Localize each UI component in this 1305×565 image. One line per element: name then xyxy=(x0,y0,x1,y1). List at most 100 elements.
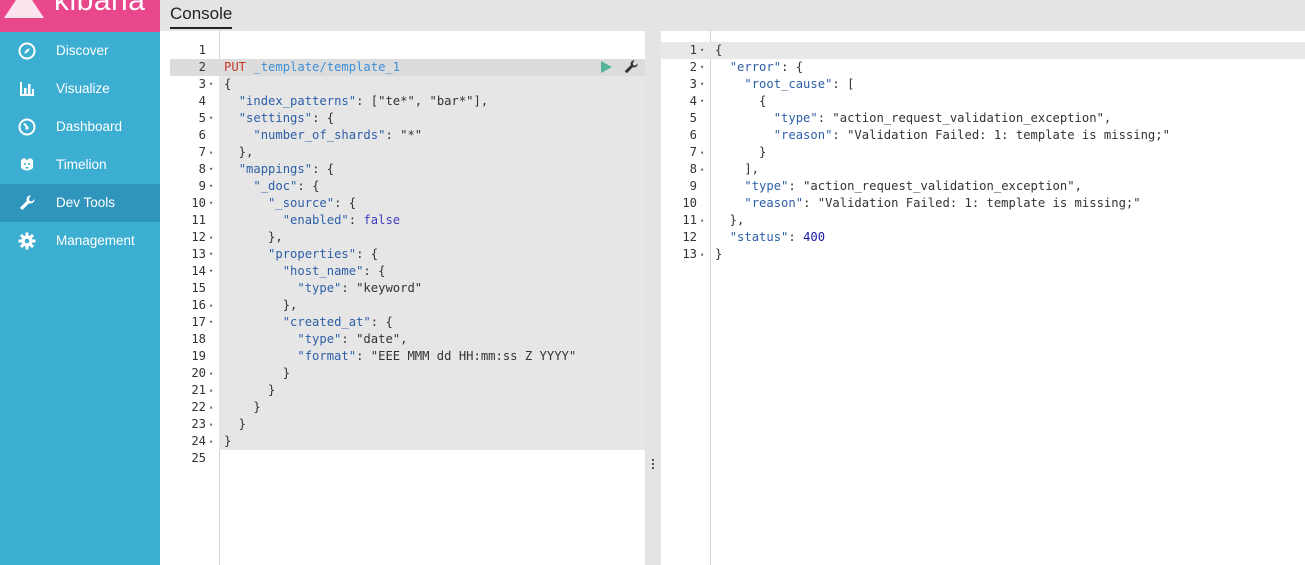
sidebar-item-dashboard[interactable]: Dashboard xyxy=(0,108,160,146)
kibana-logo[interactable]: kibana xyxy=(0,0,160,32)
line-number: 4 xyxy=(198,94,206,108)
fold-toggle-icon[interactable]: ▾ xyxy=(209,178,213,195)
line-number: 23 xyxy=(191,417,206,431)
line-number: 1 xyxy=(198,43,206,57)
fold-toggle-icon[interactable]: ▴ xyxy=(700,246,704,263)
bar-chart-icon xyxy=(18,80,36,98)
sidebar-nav: Discover Visualize Dashboard Timelion De… xyxy=(0,32,160,260)
wrench-icon[interactable] xyxy=(623,59,639,80)
request-editor[interactable]: 1 2 PUT _template/template_1 3 ▾{4 "index_pa… xyxy=(160,31,645,565)
line-number: 20 xyxy=(191,366,206,380)
code-line: 4 "index_patterns": ["te*", "bar*"], xyxy=(160,93,645,110)
code-line: 12 "status": 400 xyxy=(661,229,1305,246)
code-line: 10 "reason": "Validation Failed: 1: temp… xyxy=(661,195,1305,212)
code-line: 7 ▴ }, xyxy=(160,144,645,161)
code-line: 22 ▴ } xyxy=(160,399,645,416)
code-line: 9 ▾ "_doc": { xyxy=(160,178,645,195)
fold-toggle-icon[interactable]: ▴ xyxy=(209,433,213,450)
fold-toggle-icon[interactable]: ▾ xyxy=(209,246,213,263)
line-number: 25 xyxy=(191,451,206,465)
sidebar-item-dev-tools[interactable]: Dev Tools xyxy=(0,184,160,222)
sidebar-item-label: Dashboard xyxy=(56,119,123,134)
fold-toggle-icon[interactable]: ▴ xyxy=(209,297,213,314)
code-line: 9 "type": "action_request_validation_exc… xyxy=(661,178,1305,195)
code-line: 17 ▾ "created_at": { xyxy=(160,314,645,331)
request-code[interactable]: 1 2 PUT _template/template_1 3 ▾{4 "index_pa… xyxy=(160,42,645,467)
sidebar-item-timelion[interactable]: Timelion xyxy=(0,146,160,184)
fold-toggle-icon[interactable]: ▾ xyxy=(700,76,704,93)
code-text: } xyxy=(224,434,232,448)
code-text: } xyxy=(224,417,247,431)
response-viewer[interactable]: 1 ▾{2 ▾ "error": {3 ▾ "root_cause": [4 ▾ {5 … xyxy=(661,31,1305,565)
request-actions xyxy=(600,59,639,80)
line-number: 16 xyxy=(191,298,206,312)
compass-icon xyxy=(18,42,36,60)
sidebar-item-management[interactable]: Management xyxy=(0,222,160,260)
fold-toggle-icon[interactable]: ▴ xyxy=(209,382,213,399)
code-line: 6 "reason": "Validation Failed: 1: templ… xyxy=(661,127,1305,144)
resize-grip-icon xyxy=(652,459,654,471)
line-number: 6 xyxy=(689,128,697,142)
code-text: "format": "EEE MMM dd HH:mm:ss Z YYYY" xyxy=(297,349,577,363)
fold-toggle-icon[interactable]: ▴ xyxy=(700,212,704,229)
fold-toggle-icon[interactable]: ▾ xyxy=(209,76,213,93)
code-line: 21 ▴ } xyxy=(160,382,645,399)
timelion-icon xyxy=(18,156,36,174)
tab-console[interactable]: Console xyxy=(170,4,233,29)
code-text: "properties": { xyxy=(268,247,379,261)
code-text: "created_at": { xyxy=(282,315,393,329)
code-line: 14 ▾ "host_name": { xyxy=(160,263,645,280)
code-text: "type": "action_request_validation_excep… xyxy=(773,111,1112,125)
code-line: 1 ▾ { xyxy=(661,42,1305,59)
line-number: 19 xyxy=(191,349,206,363)
fold-toggle-icon[interactable]: ▾ xyxy=(700,93,704,110)
line-number: 12 xyxy=(682,230,697,244)
fold-toggle-icon[interactable]: ▴ xyxy=(209,229,213,246)
code-line: 24 ▴} xyxy=(160,433,645,450)
fold-toggle-icon[interactable]: ▴ xyxy=(700,144,704,161)
code-line: 25 xyxy=(160,450,645,467)
code-line: 19 "format": "EEE MMM dd HH:mm:ss Z YYYY… xyxy=(160,348,645,365)
code-line: 11 ▴ }, xyxy=(661,212,1305,229)
app-header: Console xyxy=(160,0,1305,31)
fold-toggle-icon[interactable]: ▴ xyxy=(209,365,213,382)
fold-toggle-icon[interactable]: ▾ xyxy=(209,314,213,331)
fold-toggle-icon[interactable]: ▾ xyxy=(700,59,704,76)
code-line: 2 ▾ "error": { xyxy=(661,59,1305,76)
fold-toggle-icon[interactable]: ▾ xyxy=(209,110,213,127)
code-text: ], xyxy=(715,162,760,176)
code-line: 12 ▴ }, xyxy=(160,229,645,246)
fold-toggle-icon[interactable]: ▴ xyxy=(700,161,704,178)
code-text: "enabled": false xyxy=(282,213,401,227)
code-line: 16 ▴ }, xyxy=(160,297,645,314)
sidebar-item-visualize[interactable]: Visualize xyxy=(0,70,160,108)
code-text: "type": "keyword" xyxy=(297,281,423,295)
sidebar-item-discover[interactable]: Discover xyxy=(0,32,160,70)
fold-toggle-icon[interactable]: ▴ xyxy=(209,416,213,433)
fold-toggle-icon[interactable]: ▴ xyxy=(209,144,213,161)
line-number: 12 xyxy=(191,230,206,244)
line-number: 22 xyxy=(191,400,206,414)
line-number: 11 xyxy=(682,213,697,227)
line-number: 3 xyxy=(198,77,206,91)
code-line: 11 "enabled": false xyxy=(160,212,645,229)
line-number: 7 xyxy=(689,145,697,159)
code-text: }, xyxy=(715,213,745,227)
fold-toggle-icon[interactable]: ▾ xyxy=(209,161,213,178)
code-text: "host_name": { xyxy=(282,264,386,278)
code-text: "reason": "Validation Failed: 1: templat… xyxy=(773,128,1170,142)
play-icon[interactable] xyxy=(600,60,613,79)
code-text: "settings": { xyxy=(238,111,335,125)
line-number: 9 xyxy=(198,179,206,193)
code-line: 8 ▴ ], xyxy=(661,161,1305,178)
fold-toggle-icon[interactable]: ▴ xyxy=(209,399,213,416)
fold-toggle-icon[interactable]: ▾ xyxy=(209,263,213,280)
code-line: 5 ▾ "settings": { xyxy=(160,110,645,127)
fold-toggle-icon[interactable]: ▾ xyxy=(700,42,704,59)
fold-toggle-icon[interactable]: ▾ xyxy=(209,195,213,212)
code-line: 5 "type": "action_request_validation_exc… xyxy=(661,110,1305,127)
code-text: } xyxy=(715,247,723,261)
code-text: { xyxy=(715,94,767,108)
code-text: { xyxy=(715,43,723,57)
panel-resizer[interactable] xyxy=(645,31,661,565)
